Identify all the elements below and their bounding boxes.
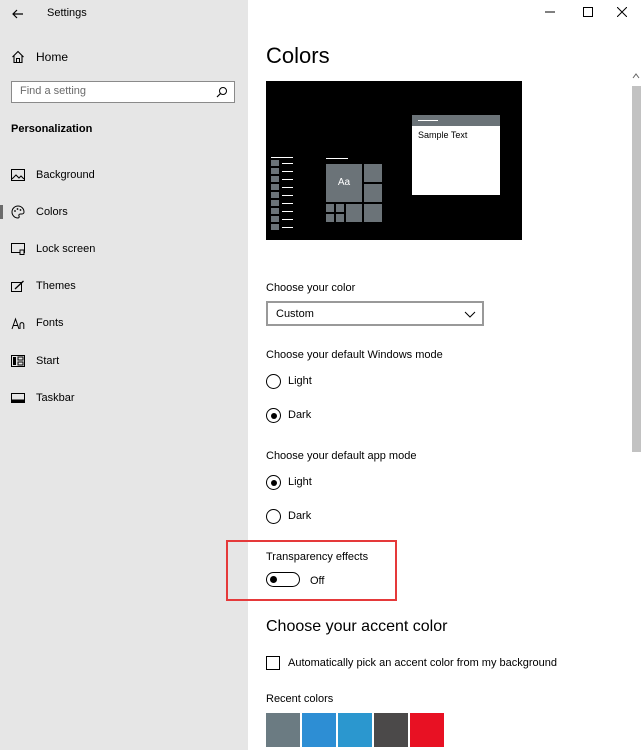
sample-text: Sample Text	[418, 130, 468, 140]
sidebar-item-start[interactable]: Start	[0, 345, 248, 377]
vertical-scrollbar[interactable]	[630, 70, 642, 750]
color-swatch[interactable]	[302, 713, 336, 747]
windows-mode-light-radio[interactable]: Light	[266, 373, 436, 393]
main-content: Colors Aa Sample Text Choose your color …	[248, 0, 642, 750]
sidebar: Settings Home Personalization Background…	[0, 0, 248, 750]
radio-label: Dark	[288, 510, 312, 522]
picture-icon	[11, 168, 25, 182]
minimize-button[interactable]	[530, 0, 570, 24]
color-dropdown[interactable]: Custom	[266, 301, 484, 326]
chevron-down-icon	[464, 311, 476, 318]
radio-label: Light	[288, 375, 312, 387]
close-icon	[617, 7, 627, 17]
transparency-state: Off	[310, 575, 325, 587]
home-icon	[12, 50, 24, 64]
color-dropdown-value: Custom	[276, 308, 314, 320]
windows-mode-label: Choose your default Windows mode	[266, 349, 443, 361]
sidebar-item-label: Lock screen	[36, 243, 96, 255]
preview-tile-label: Aa	[337, 177, 351, 188]
page-title: Colors	[266, 43, 330, 68]
auto-accent-label: Automatically pick an accent color from …	[288, 657, 558, 669]
section-title: Personalization	[11, 123, 93, 135]
transparency-label: Transparency effects	[266, 551, 369, 563]
back-arrow-icon	[12, 9, 23, 19]
active-indicator	[0, 205, 3, 219]
color-swatch[interactable]	[266, 713, 300, 747]
recent-colors-label: Recent colors	[266, 693, 334, 705]
minimize-icon	[545, 11, 555, 13]
home-label: Home	[36, 50, 69, 64]
windows-mode-dark-radio[interactable]: Dark	[266, 407, 436, 427]
transparency-toggle[interactable]	[266, 572, 300, 587]
maximize-icon	[583, 7, 593, 17]
app-mode-label: Choose your default app mode	[266, 450, 417, 462]
lock-screen-icon	[11, 242, 25, 256]
sample-window-titlebar	[412, 115, 500, 126]
scroll-up-icon[interactable]	[632, 72, 640, 80]
search-input[interactable]	[20, 85, 210, 97]
radio-circle	[266, 475, 281, 490]
color-swatch[interactable]	[338, 713, 372, 747]
radio-label: Light	[288, 476, 312, 488]
back-button[interactable]	[9, 5, 27, 23]
radio-circle	[266, 374, 281, 389]
sidebar-item-label: Themes	[36, 280, 76, 292]
recent-colors	[266, 713, 446, 747]
choose-color-label: Choose your color	[266, 282, 356, 294]
toggle-knob	[270, 575, 277, 583]
palette-icon	[11, 205, 25, 219]
sample-window: Sample Text	[412, 115, 500, 195]
font-icon	[11, 316, 25, 330]
sidebar-item-label: Start	[36, 355, 60, 367]
sidebar-item-label: Taskbar	[36, 392, 75, 404]
sidebar-item-colors[interactable]: Colors	[0, 196, 248, 228]
radio-label: Dark	[288, 409, 312, 421]
home-link[interactable]: Home	[11, 47, 241, 67]
color-swatch[interactable]	[410, 713, 444, 747]
color-preview: Aa Sample Text	[266, 81, 522, 240]
search-box[interactable]	[11, 81, 235, 103]
app-mode-light-radio[interactable]: Light	[266, 474, 436, 494]
radio-selected-dot	[270, 479, 277, 486]
sidebar-item-taskbar[interactable]: Taskbar	[0, 382, 248, 414]
scrollbar-thumb[interactable]	[632, 86, 641, 452]
app-title: Settings	[47, 7, 87, 19]
search-icon[interactable]	[216, 86, 228, 98]
color-swatch[interactable]	[374, 713, 408, 747]
brush-icon	[11, 279, 25, 293]
accent-color-heading: Choose your accent color	[266, 618, 448, 635]
sidebar-item-label: Colors	[36, 206, 68, 218]
auto-accent-checkbox[interactable]	[266, 656, 280, 670]
sidebar-item-label: Fonts	[36, 317, 64, 329]
app-mode-dark-radio[interactable]: Dark	[266, 508, 436, 528]
sidebar-item-background[interactable]: Background	[0, 159, 248, 191]
radio-selected-dot	[270, 412, 277, 419]
radio-circle	[266, 408, 281, 423]
close-button[interactable]	[602, 0, 642, 24]
sidebar-item-themes[interactable]: Themes	[0, 270, 248, 302]
sidebar-item-fonts[interactable]: Fonts	[0, 307, 248, 339]
sidebar-item-label: Background	[36, 169, 95, 181]
taskbar-icon	[11, 391, 25, 405]
radio-circle	[266, 509, 281, 524]
sidebar-item-lock-screen[interactable]: Lock screen	[0, 233, 248, 265]
start-icon	[11, 354, 25, 368]
